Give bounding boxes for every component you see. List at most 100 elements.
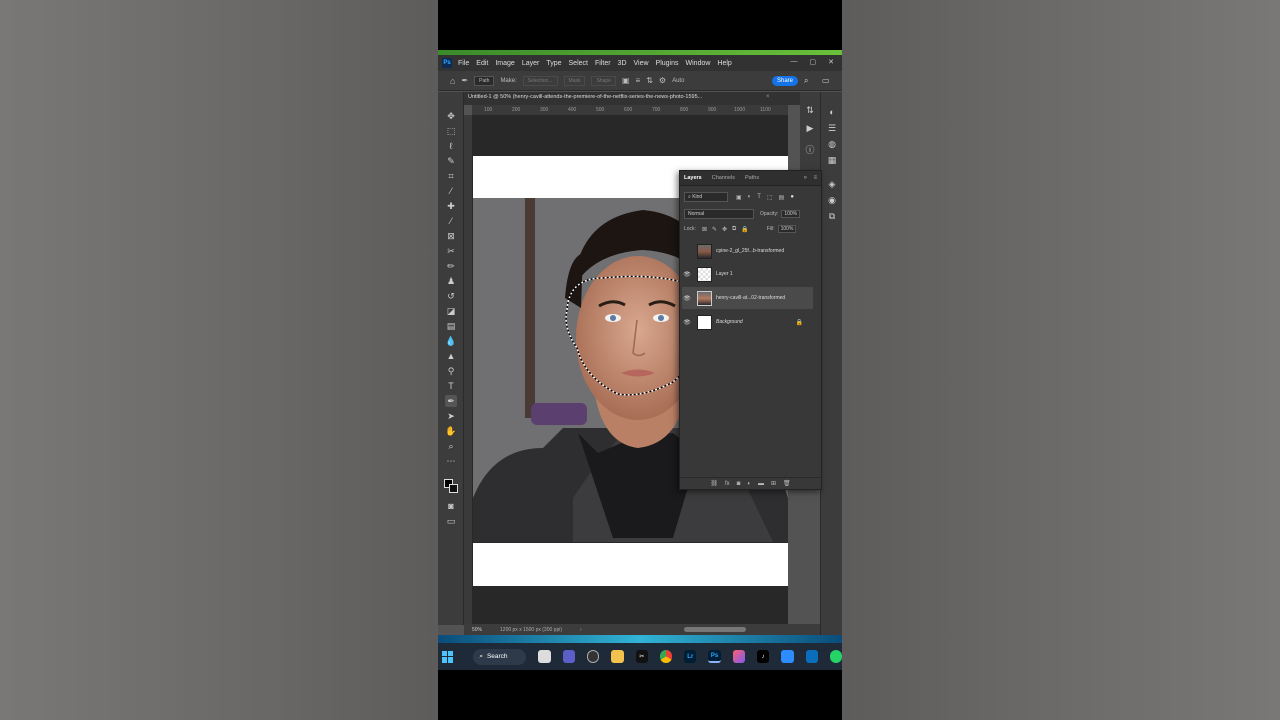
menu-layer[interactable]: Layer — [522, 60, 540, 67]
filter-type-icon[interactable]: T — [757, 194, 761, 200]
tab-paths[interactable]: Paths — [745, 175, 759, 181]
frame-tool-icon[interactable]: ⊠ — [445, 230, 457, 242]
actions-icon[interactable]: ⇅ — [804, 104, 816, 116]
status-arrow[interactable]: › — [580, 627, 582, 633]
layer-row[interactable]: 👁 Background 🔒 — [682, 311, 813, 333]
pen-mode-select[interactable]: Path — [474, 75, 495, 86]
folder-icon[interactable] — [611, 650, 624, 663]
filter-toggle-icon[interactable]: ● — [790, 194, 794, 200]
tab-channels[interactable]: Channels — [712, 175, 735, 181]
libraries-icon[interactable]: ◍ — [826, 138, 838, 150]
auto-add-delete-checkbox[interactable]: Auto — [672, 78, 684, 84]
lock-position-icon[interactable]: ✥ — [722, 226, 727, 233]
horizontal-scrollbar[interactable] — [684, 627, 746, 632]
swatches-icon[interactable]: ▦ — [826, 154, 838, 166]
path-selection-tool-icon[interactable]: ➤ — [445, 410, 457, 422]
layers-dock-icon[interactable]: ◈ — [826, 178, 838, 190]
menu-window[interactable]: Window — [686, 60, 711, 67]
search-icon[interactable]: ⌕ — [804, 76, 808, 86]
scissors-icon[interactable]: ✂ — [445, 245, 457, 257]
screen-mode-icon[interactable]: ▭ — [445, 515, 457, 527]
menu-edit[interactable]: Edit — [476, 60, 488, 67]
lightroom-icon[interactable]: Lr — [684, 650, 697, 663]
zoom-tool-icon[interactable]: ⌕ — [445, 440, 457, 452]
eye-icon[interactable]: 👁 — [682, 271, 692, 278]
link-icon[interactable]: ⛓ — [710, 480, 718, 487]
clock-icon[interactable] — [587, 650, 600, 663]
gear-icon[interactable]: ⚙ — [659, 76, 666, 85]
pen-tool-icon[interactable]: ✒ — [445, 395, 457, 407]
path-alignment-icon[interactable]: ≡ — [636, 76, 641, 85]
history-brush-tool-icon[interactable]: ↺ — [445, 290, 457, 302]
layer-row[interactable]: cpine-2_gl_25f...b-transformed — [682, 240, 813, 262]
crop-tool-icon[interactable]: ⌗ — [445, 170, 457, 182]
lock-all-icon[interactable]: 🔒 — [741, 226, 748, 233]
menu-3d[interactable]: 3D — [618, 60, 627, 67]
blend-mode-select[interactable]: Normal — [684, 209, 754, 219]
panel-menu-icon[interactable]: ≡ — [813, 175, 817, 181]
eye-icon[interactable]: 👁 — [682, 295, 692, 302]
gradient-tool-icon[interactable]: ▤ — [445, 320, 457, 332]
blur-tool-icon[interactable]: 💧 — [445, 335, 457, 347]
share-button[interactable]: Share — [771, 76, 798, 86]
maximize-button[interactable]: ▢ — [810, 58, 817, 66]
filter-adjustment-icon[interactable]: ◐ — [748, 194, 752, 200]
file-explorer-icon[interactable] — [538, 650, 551, 663]
adjustment-icon[interactable]: ◐ — [747, 481, 751, 487]
app2-icon[interactable] — [805, 650, 818, 663]
type-tool-icon[interactable]: T — [445, 380, 457, 392]
mask-icon[interactable]: ◙ — [737, 481, 741, 487]
filter-shape-icon[interactable]: ⬚ — [767, 194, 773, 201]
folder-icon[interactable]: ▬ — [758, 481, 764, 487]
menu-help[interactable]: Help — [717, 60, 731, 67]
brush-tool-icon[interactable]: ⁄ — [445, 215, 457, 227]
lock-image-icon[interactable]: ✎ — [712, 226, 717, 233]
menu-type[interactable]: Type — [546, 60, 561, 67]
document-tab[interactable]: Untitled-1 @ 50% (henry-cavill-attends-t… — [468, 94, 764, 100]
paths-dock-icon[interactable]: ⧉ — [826, 210, 838, 222]
close-button[interactable]: ✕ — [828, 58, 834, 66]
lock-transparent-icon[interactable]: ⊠ — [702, 226, 707, 233]
lock-artboard-icon[interactable]: ⧉ — [732, 226, 736, 233]
clone-stamp-tool-icon[interactable]: ♟ — [445, 275, 457, 287]
meet-icon[interactable] — [562, 650, 575, 663]
healing-brush-tool-icon[interactable]: ✚ — [445, 200, 457, 212]
hand-tool-icon[interactable]: ✋ — [445, 425, 457, 437]
adjustments-icon[interactable]: ☰ — [826, 122, 838, 134]
tiktok-icon[interactable]: ♪ — [756, 650, 770, 663]
color-icon[interactable]: ◐ — [826, 106, 838, 118]
menu-filter[interactable]: Filter — [595, 60, 611, 67]
whatsapp-icon[interactable] — [829, 650, 842, 663]
fx-icon[interactable]: fx — [725, 481, 730, 487]
eraser-tool-icon[interactable]: ◪ — [445, 305, 457, 317]
make-selection-button[interactable]: Selection... — [522, 75, 558, 86]
fill-input[interactable]: 100% — [777, 225, 797, 233]
home-icon[interactable]: ⌂ — [450, 76, 455, 86]
trash-icon[interactable]: 🗑 — [783, 480, 791, 487]
background-color-swatch[interactable] — [449, 484, 458, 493]
windows-start-icon[interactable] — [442, 650, 454, 663]
make-shape-button[interactable]: Shape — [591, 75, 616, 86]
kind-filter-select[interactable]: ⌕ Kind — [684, 192, 728, 202]
close-tab-icon[interactable]: × — [766, 94, 770, 100]
channels-dock-icon[interactable]: ◉ — [826, 194, 838, 206]
new-layer-icon[interactable]: ⊞ — [771, 480, 776, 487]
marquee-tool-icon[interactable]: ⬚ — [445, 125, 457, 137]
tab-layers[interactable]: Layers — [684, 175, 702, 181]
info-icon[interactable]: ⓘ — [804, 144, 816, 156]
eye-icon[interactable]: 👁 — [682, 319, 692, 326]
quick-mask-icon[interactable]: ◙ — [445, 500, 457, 512]
filter-smart-icon[interactable]: ▤ — [779, 194, 785, 201]
layer-row-selected[interactable]: 👁 henry-cavill-at...02-transformed — [682, 287, 813, 309]
filter-pixel-icon[interactable]: ▣ — [736, 194, 742, 201]
opacity-input[interactable]: 100% — [781, 210, 801, 218]
menu-select[interactable]: Select — [569, 60, 588, 67]
photoshop-icon[interactable]: Ps — [708, 650, 721, 663]
lasso-tool-icon[interactable]: ℓ — [445, 140, 457, 152]
minimize-button[interactable]: — — [791, 58, 798, 66]
taskbar-search[interactable]: ⌕ Search — [473, 648, 527, 665]
more-tools-icon[interactable]: ⋯ — [445, 455, 457, 467]
chrome-icon[interactable] — [659, 650, 673, 663]
menu-image[interactable]: Image — [495, 60, 514, 67]
editor-icon[interactable] — [781, 650, 794, 663]
